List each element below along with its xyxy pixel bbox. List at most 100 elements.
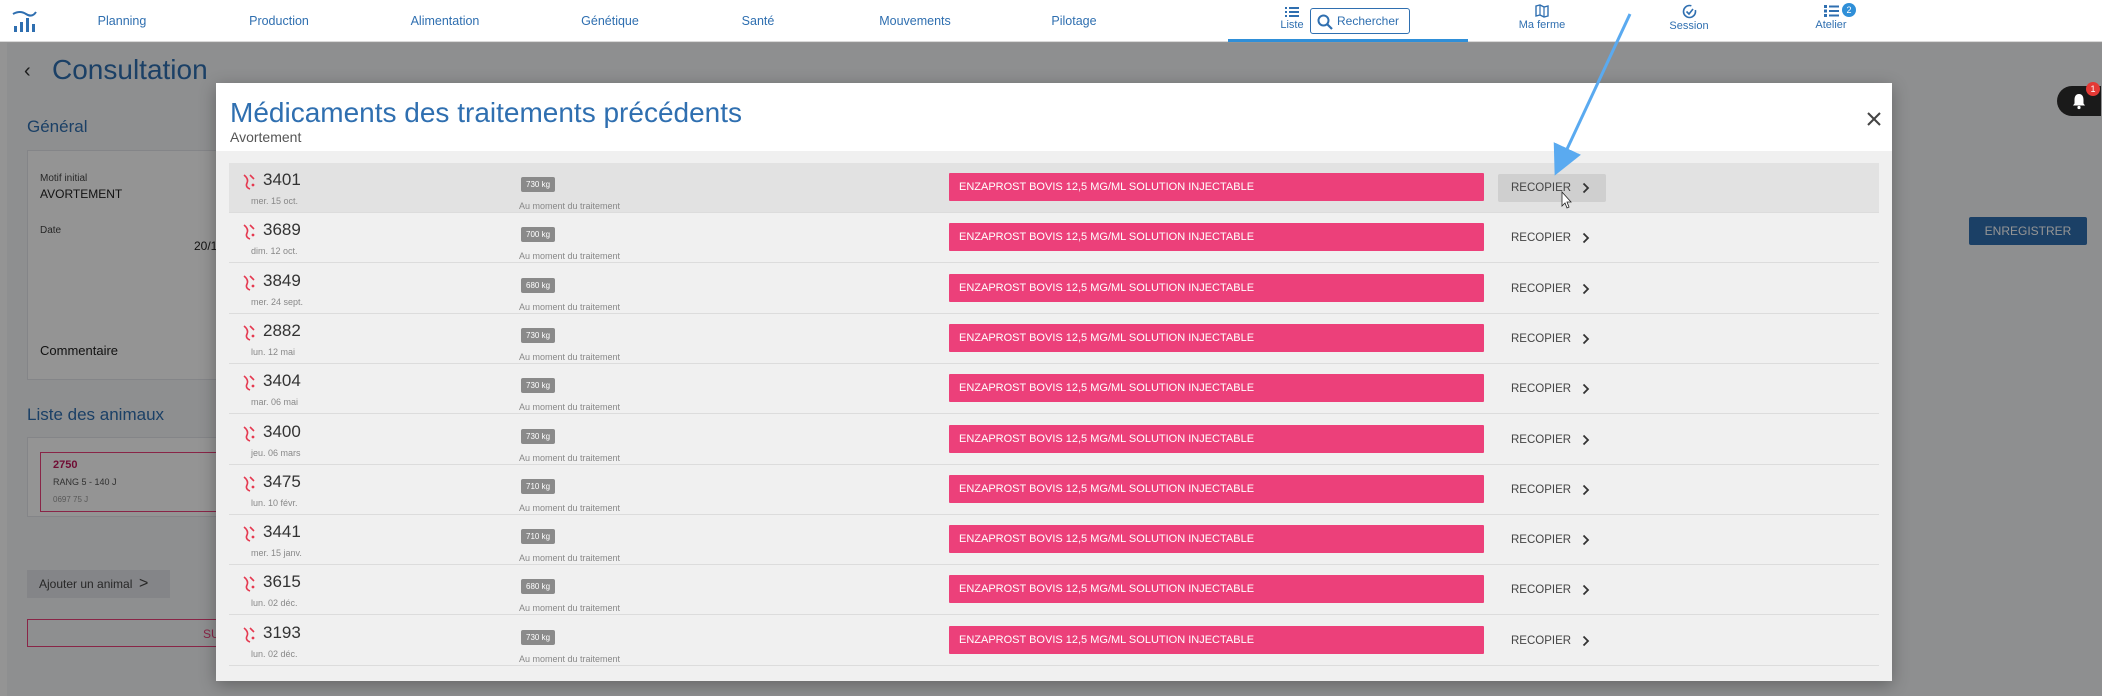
drug-chip: ENZAPROST BOVIS 12,5 MG/ML SOLUTION INJE… [949, 374, 1484, 403]
animal-number: 3475 [263, 471, 301, 491]
recopier-button[interactable]: RECOPIER [1498, 224, 1606, 252]
recopier-label: RECOPIER [1511, 433, 1572, 446]
recopier-button[interactable]: RECOPIER [1498, 174, 1606, 202]
weight-note: Au moment du traitement [519, 603, 621, 614]
drug-chip: ENZAPROST BOVIS 12,5 MG/ML SOLUTION INJE… [949, 525, 1484, 554]
modal-header: Médicaments des traitements précédents A… [216, 83, 1892, 151]
cow-alert-icon [243, 526, 255, 542]
chevron-right-icon [1582, 182, 1590, 194]
nav-liste-label: Liste [1280, 19, 1304, 31]
treatment-date: mer. 15 oct. [251, 196, 299, 206]
recopier-button[interactable]: RECOPIER [1498, 526, 1606, 554]
nav-item-planning[interactable]: Planning [92, 0, 152, 42]
chevron-right-icon [1582, 283, 1590, 294]
recopier-button[interactable]: RECOPIER [1498, 426, 1606, 454]
treatment-row[interactable]: 3401 mer. 15 oct. 730 kg Au moment du trait… [229, 163, 1879, 213]
weight-badge: 680 kg [521, 579, 556, 595]
treatment-row[interactable]: 3849 mer. 24 sept. 680 kg Au moment du trai… [229, 263, 1879, 314]
top-navigation: Planning Production Alimentation Génétiq… [0, 0, 2102, 42]
animal-number: 3400 [263, 421, 301, 441]
drug-chip: ENZAPROST BOVIS 12,5 MG/ML SOLUTION INJE… [949, 173, 1484, 201]
map-icon [1535, 4, 1549, 18]
treatment-row[interactable]: 3475 lun. 10 févr. 710 kg Au moment du trai… [229, 464, 1879, 515]
treatment-row[interactable]: 2882 lun. 12 mai 730 kg Au moment du traite… [229, 313, 1879, 364]
recopier-button[interactable]: RECOPIER [1498, 576, 1606, 604]
treatment-row[interactable]: 3400 jeu. 06 mars 730 kg Au moment du trait… [229, 414, 1879, 465]
chevron-right-icon [1582, 333, 1590, 345]
logo-icon[interactable] [10, 8, 38, 34]
session-check-icon [1682, 4, 1696, 19]
treatments-list: 3401 mer. 15 oct. 730 kg Au moment du trait… [216, 151, 1892, 681]
chevron-right-icon [1582, 233, 1590, 244]
nav-session-label: Session [1669, 20, 1709, 32]
recopier-label: RECOPIER [1511, 383, 1572, 396]
animal-number: 3401 [263, 170, 301, 189]
bell-icon [2073, 94, 2085, 110]
cow-alert-icon [243, 325, 255, 341]
recopier-button[interactable]: RECOPIER [1498, 325, 1606, 353]
cow-alert-icon [243, 375, 255, 391]
recopier-label: RECOPIER [1511, 634, 1572, 647]
treatment-row[interactable]: 3615 lun. 02 déc. 680 kg Au moment du trait… [229, 565, 1879, 616]
chevron-right-icon [1582, 434, 1590, 445]
recopier-label: RECOPIER [1511, 332, 1572, 345]
weight-badge: 700 kg [521, 227, 556, 243]
nav-item-genetique[interactable]: Génétique [574, 0, 646, 42]
treatment-date: jeu. 06 mars [251, 447, 301, 458]
treatment-date: dim. 12 oct. [251, 246, 298, 257]
chevron-right-icon [1582, 534, 1590, 546]
recopier-label: RECOPIER [1511, 182, 1572, 194]
chevron-right-icon [1582, 484, 1590, 495]
nav-item-mouvements[interactable]: Mouvements [873, 0, 957, 42]
cow-alert-icon [243, 174, 255, 190]
weight-badge: 730 kg [521, 177, 556, 192]
drug-chip: ENZAPROST BOVIS 12,5 MG/ML SOLUTION INJE… [949, 424, 1484, 453]
nav-atelier[interactable]: Atelier [1786, 4, 1876, 31]
treatment-date: lun. 12 mai [251, 346, 296, 357]
drug-chip: ENZAPROST BOVIS 12,5 MG/ML SOLUTION INJE… [949, 575, 1484, 604]
search-box[interactable] [1310, 8, 1410, 34]
recopier-button[interactable]: RECOPIER [1498, 375, 1606, 403]
recopier-button[interactable]: RECOPIER [1498, 627, 1606, 655]
nav-item-pilotage[interactable]: Pilotage [1046, 0, 1102, 42]
weight-badge: 680 kg [521, 277, 556, 293]
weight-note: Au moment du traitement [519, 502, 621, 513]
weight-note: Au moment du traitement [519, 251, 621, 262]
nav-session[interactable]: Session [1644, 4, 1734, 32]
weight-note: Au moment du traitement [519, 301, 621, 312]
animal-number: 2882 [263, 320, 301, 340]
weight-note: Au moment du traitement [519, 402, 621, 413]
nav-ma-ferme[interactable]: Ma ferme [1497, 4, 1587, 31]
cow-alert-icon [243, 576, 255, 593]
recopier-button[interactable]: RECOPIER [1498, 476, 1606, 504]
weight-badge: 710 kg [521, 478, 556, 494]
treatment-date: mer. 15 janv. [251, 548, 302, 559]
treatment-row[interactable]: 3193 lun. 02 déc. 730 kg Au moment du trait… [229, 615, 1879, 666]
drug-chip: ENZAPROST BOVIS 12,5 MG/ML SOLUTION INJE… [949, 273, 1484, 302]
recopier-button[interactable]: RECOPIER [1498, 275, 1606, 303]
weight-note: Au moment du traitement [519, 553, 621, 564]
list-icon [1285, 7, 1299, 17]
animal-number: 3404 [263, 371, 301, 391]
nav-item-alimentation[interactable]: Alimentation [405, 0, 485, 42]
weight-note: Au moment du traitement [519, 452, 621, 463]
nav-item-sante[interactable]: Santé [735, 0, 781, 42]
modal-subtitle: Avortement [230, 129, 302, 145]
weight-badge: 730 kg [521, 629, 556, 645]
nav-item-production[interactable]: Production [244, 0, 314, 42]
treatment-row[interactable]: 3404 mar. 06 mai 730 kg Au moment du traite… [229, 364, 1879, 415]
drug-chip: ENZAPROST BOVIS 12,5 MG/ML SOLUTION INJE… [949, 223, 1484, 252]
animal-number: 3849 [263, 270, 301, 290]
cow-alert-icon [243, 224, 255, 241]
weight-note: Au moment du traitement [519, 351, 621, 362]
chevron-right-icon [1582, 635, 1590, 646]
animal-number: 3615 [263, 572, 301, 592]
checklist-icon [1823, 5, 1839, 17]
treatment-row[interactable]: 3441 mer. 15 janv. 710 kg Au moment du trai… [229, 515, 1879, 566]
search-input[interactable] [1337, 12, 1407, 30]
recopier-label: RECOPIER [1511, 483, 1572, 496]
close-icon[interactable] [1862, 107, 1886, 131]
weight-badge: 710 kg [521, 529, 556, 545]
treatment-row[interactable]: 3689 dim. 12 oct. 700 kg Au moment du trait… [229, 213, 1879, 264]
notification-count-badge: 1 [2086, 82, 2100, 96]
